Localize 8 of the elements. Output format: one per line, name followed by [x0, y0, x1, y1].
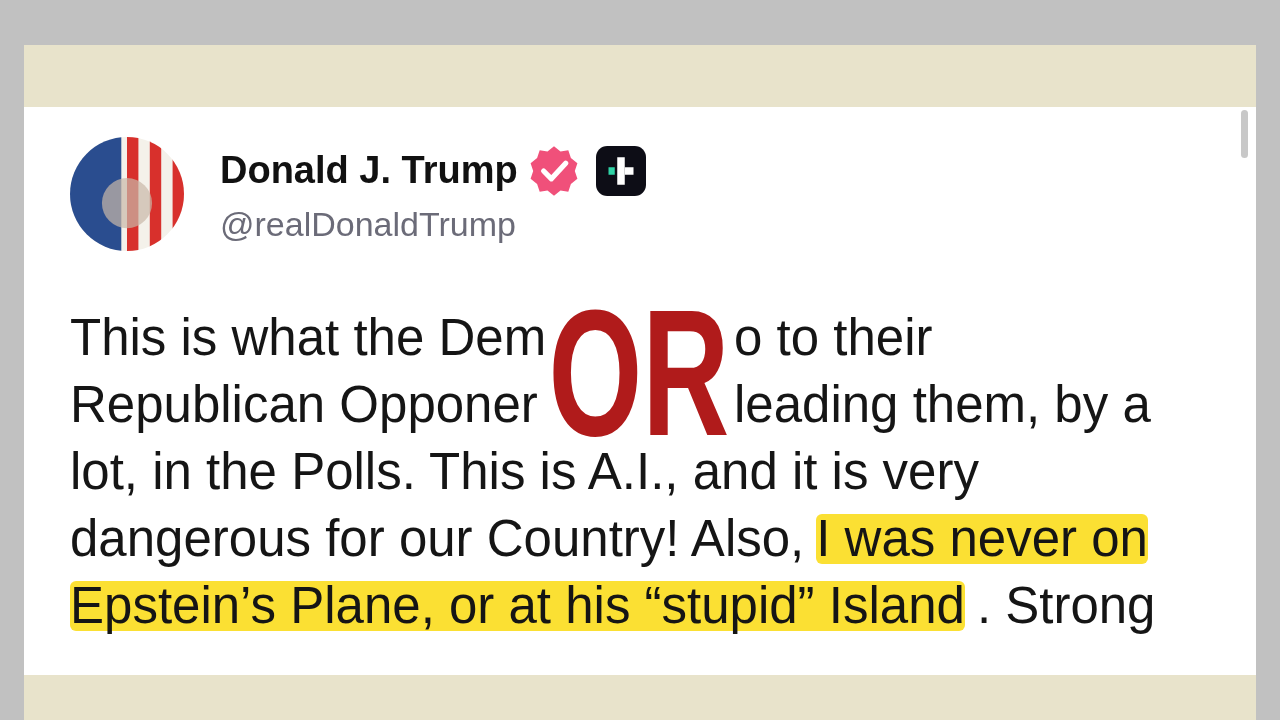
plus-icon [595, 145, 646, 196]
user-handle: @realDonaldTrump [220, 204, 517, 244]
author-name: Donald J. Trump [220, 149, 518, 192]
post-text: o to their [734, 312, 934, 363]
highlighted-text: I was never on [816, 513, 1148, 564]
overlay-caption: OR [548, 305, 730, 442]
scrollbar-thumb[interactable] [1241, 110, 1248, 158]
post-text: This is what the Dem [70, 312, 548, 363]
